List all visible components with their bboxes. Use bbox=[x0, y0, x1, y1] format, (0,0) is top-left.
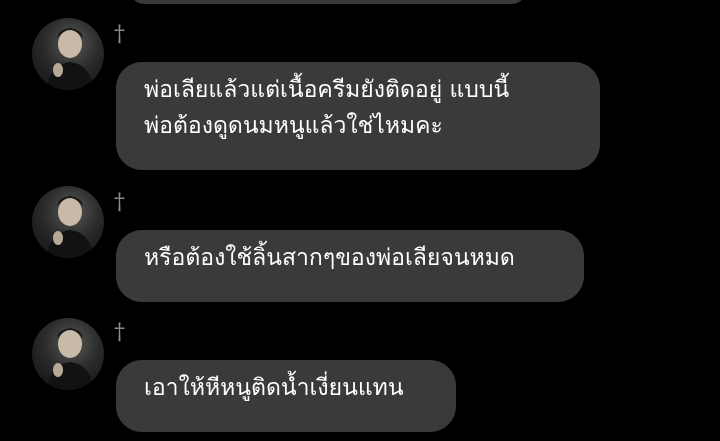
avatar[interactable] bbox=[32, 186, 104, 258]
message-text-line: พ่อต้องดูดนมหนูแล้วใช่ไหมคะ bbox=[144, 113, 443, 139]
message-text-line: พ่อเลียแล้วแต่เนื้อครีมยังติดอยู่ แบบนี้ bbox=[144, 77, 510, 103]
message-text-line: หรือต้องใช้ลิ้นสากๆของพ่อเลียจนหมด bbox=[144, 245, 515, 271]
message-text-line: เอาให้หีหนูติดน้ำเงี่ยนแทน bbox=[144, 375, 404, 401]
avatar-photo-icon bbox=[46, 328, 94, 390]
message-bubble[interactable]: หรือต้องใช้ลิ้นสากๆของพ่อเลียจนหมด bbox=[116, 230, 584, 302]
avatar[interactable] bbox=[32, 18, 104, 90]
previous-message-bubble bbox=[128, 0, 528, 4]
sender-name: † bbox=[114, 22, 125, 47]
avatar-photo-icon bbox=[46, 196, 94, 258]
sender-name: † bbox=[114, 320, 125, 345]
sender-name: † bbox=[114, 190, 125, 215]
message-bubble[interactable]: พ่อเลียแล้วแต่เนื้อครีมยังติดอยู่ แบบนี้… bbox=[116, 62, 600, 170]
avatar[interactable] bbox=[32, 318, 104, 390]
avatar-photo-icon bbox=[46, 28, 94, 90]
message-bubble[interactable]: เอาให้หีหนูติดน้ำเงี่ยนแทน bbox=[116, 360, 456, 432]
